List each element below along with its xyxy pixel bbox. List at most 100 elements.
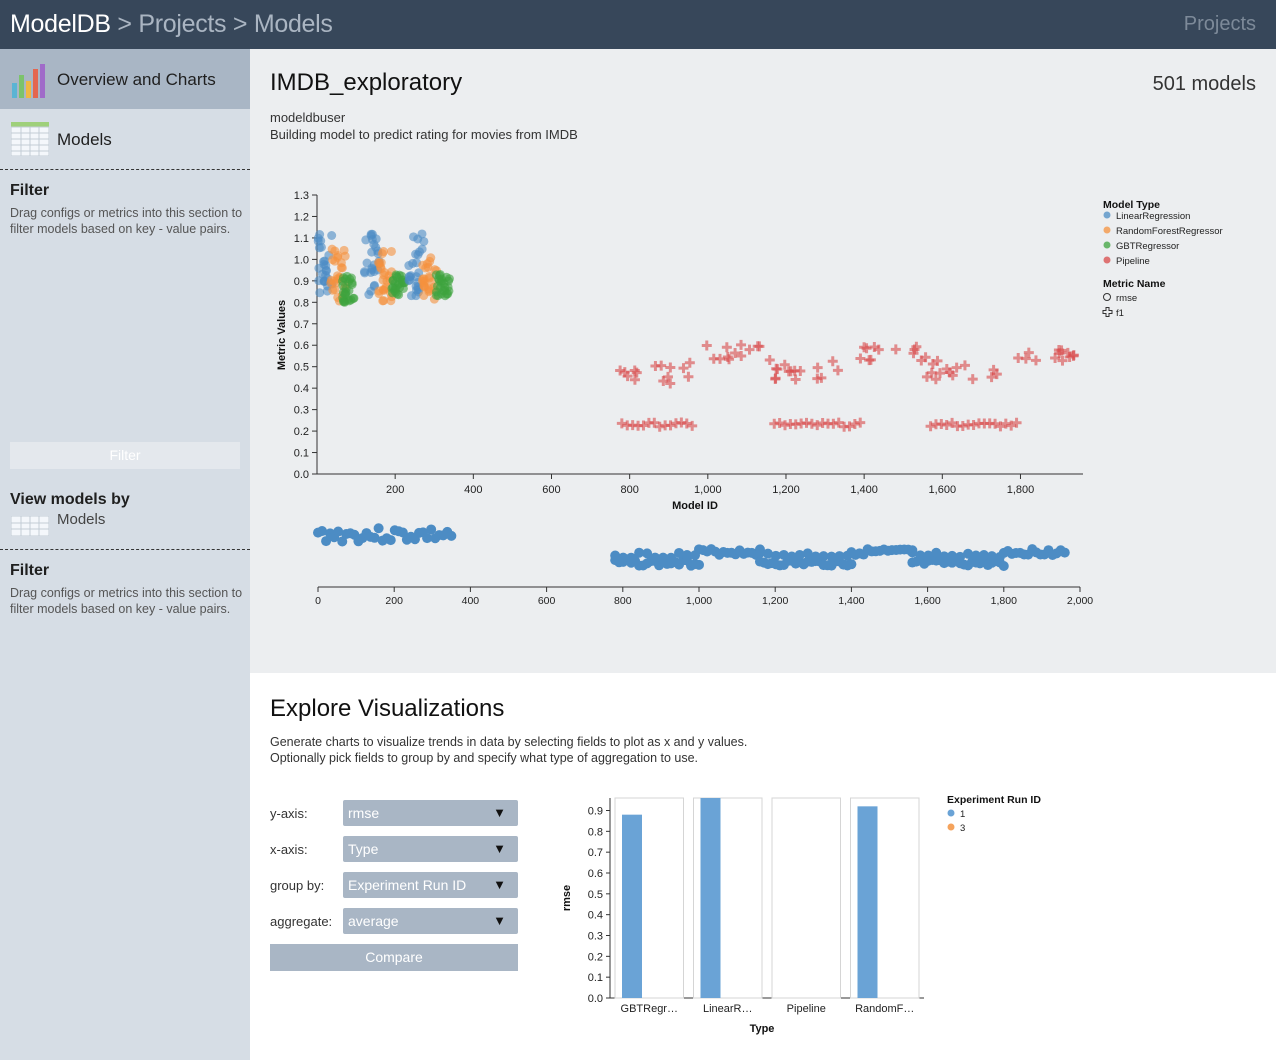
bar-legend-title: Experiment Run ID xyxy=(947,794,1041,806)
breadcrumb-path[interactable]: > Projects > Models xyxy=(111,10,333,38)
legend-label: Pipeline xyxy=(1116,256,1150,267)
rmse-point xyxy=(379,247,389,257)
brush-tick-label: 1,200 xyxy=(762,595,788,607)
rmse-point xyxy=(440,291,450,301)
legend-swatch xyxy=(1103,256,1111,264)
legend-label: GBTRegressor xyxy=(1116,241,1179,252)
brush-tick-label: 2,000 xyxy=(1067,595,1093,607)
explore-description: Optionally pick fields to group by and s… xyxy=(270,751,699,765)
bar-x-tick-label: GBTRegr… xyxy=(621,1003,678,1015)
legend-label: LinearRegression xyxy=(1116,211,1190,222)
x-axis-select[interactable]: Type ▼ xyxy=(343,836,518,862)
brush-tick-label: 200 xyxy=(385,595,403,607)
bar-x-tick-label: LinearR… xyxy=(703,1003,753,1015)
filter-button[interactable]: Filter xyxy=(10,442,240,469)
overview-point xyxy=(1059,547,1070,558)
rmse-point xyxy=(340,289,350,299)
bar-y-tick-label: 0.8 xyxy=(588,826,603,838)
divider xyxy=(0,169,250,170)
aggregate-label: aggregate: xyxy=(270,914,333,929)
overview-point xyxy=(446,530,457,541)
rmse-point xyxy=(391,270,401,280)
rmse-point xyxy=(414,247,424,257)
group-by-select[interactable]: Experiment Run ID ▼ xyxy=(343,872,518,898)
rmse-point xyxy=(387,283,397,293)
brush-tick-label: 1,000 xyxy=(686,595,712,607)
rmse-point xyxy=(347,279,357,289)
bar-y-tick-label: 0.1 xyxy=(588,972,603,984)
f1-point xyxy=(967,374,978,385)
legend-label: RandomForestRegressor xyxy=(1116,226,1223,237)
y-tick-label: 0.7 xyxy=(294,319,309,331)
model-count: 501 models xyxy=(1152,73,1256,95)
aggregate-bar-chart: 0.0 0.1 0.2 0.3 0.4 0.5 0.6 0.7 0.8 0.9 GBTRegr… Li… xyxy=(561,794,1041,1035)
bar-y-tick-label: 0.5 xyxy=(588,889,603,901)
circle-shape-icon xyxy=(1103,293,1111,301)
f1-point xyxy=(656,360,667,371)
aggregate-value: average xyxy=(348,913,399,929)
bar-y-tick-label: 0.4 xyxy=(588,910,603,922)
rmse-point xyxy=(338,273,348,283)
f1-point xyxy=(708,353,719,364)
explore-title: Explore Visualizations xyxy=(270,695,505,722)
x-tick-label: 1,400 xyxy=(850,484,878,496)
bar-panel xyxy=(771,797,841,999)
f1-point xyxy=(701,340,712,351)
filter-heading: Filter xyxy=(10,562,50,579)
rmse-point xyxy=(359,267,369,277)
explore-description: Generate charts to visualize trends in d… xyxy=(270,735,748,749)
sidebar-item-overview[interactable]: Overview and Charts xyxy=(0,49,262,109)
f1-point xyxy=(616,418,627,429)
rmse-point xyxy=(366,229,376,239)
f1-point xyxy=(754,341,765,352)
bar-y-tick-label: 0.6 xyxy=(588,868,603,880)
overview-point xyxy=(385,535,396,546)
f1-point xyxy=(684,357,695,368)
bar-y-tick-label: 0.7 xyxy=(588,847,603,859)
bar xyxy=(622,814,642,998)
f1-point xyxy=(764,354,775,365)
compare-button[interactable]: Compare xyxy=(270,944,518,971)
f1-point xyxy=(865,354,876,365)
bar-legend-label: 1 xyxy=(960,809,965,820)
rmse-point xyxy=(316,236,326,246)
y-tick-label: 0.0 xyxy=(294,469,309,481)
aggregate-select[interactable]: average ▼ xyxy=(343,908,518,934)
brush-tick-label: 0 xyxy=(315,595,321,607)
breadcrumb-home-link[interactable]: ModelDB xyxy=(10,10,111,38)
project-title: IMDB_exploratory xyxy=(270,69,463,96)
sidebar-item-models[interactable]: Models xyxy=(0,109,250,169)
group-by-label: group by: xyxy=(270,878,325,893)
overview-point xyxy=(373,523,384,534)
view-by-option[interactable]: Models xyxy=(57,511,105,528)
f1-point xyxy=(678,363,689,374)
projects-nav-link[interactable]: Projects xyxy=(1184,13,1256,36)
rmse-point xyxy=(405,275,415,285)
brush-tick-label: 1,600 xyxy=(914,595,940,607)
f1-point xyxy=(968,420,979,431)
rmse-point xyxy=(431,290,441,300)
x-tick-label: 1,200 xyxy=(772,484,800,496)
f1-point xyxy=(832,365,843,376)
sidebar-item-label: Models xyxy=(57,130,112,149)
rmse-point xyxy=(435,269,445,279)
bar-y-tick-label: 0.3 xyxy=(588,931,603,943)
y-tick-label: 0.8 xyxy=(294,297,309,309)
y-axis-select[interactable]: rmse ▼ xyxy=(343,800,518,826)
table-icon xyxy=(11,516,49,536)
f1-point xyxy=(721,342,732,353)
rmse-point xyxy=(321,266,331,276)
rmse-point xyxy=(315,288,325,298)
brush-tick-label: 1,400 xyxy=(838,595,864,607)
x-tick-label: 400 xyxy=(464,484,482,496)
legend-title: Model Type xyxy=(1103,199,1160,211)
rmse-point xyxy=(376,264,386,274)
filter-heading: Filter xyxy=(10,182,50,199)
group-by-value: Experiment Run ID xyxy=(348,877,467,893)
overview-point xyxy=(998,560,1009,571)
f1-point xyxy=(795,365,806,376)
y-tick-label: 0.2 xyxy=(294,426,309,438)
project-owner: modeldbuser xyxy=(270,110,346,125)
y-tick-label: 0.1 xyxy=(294,448,309,460)
f1-point xyxy=(683,371,694,382)
